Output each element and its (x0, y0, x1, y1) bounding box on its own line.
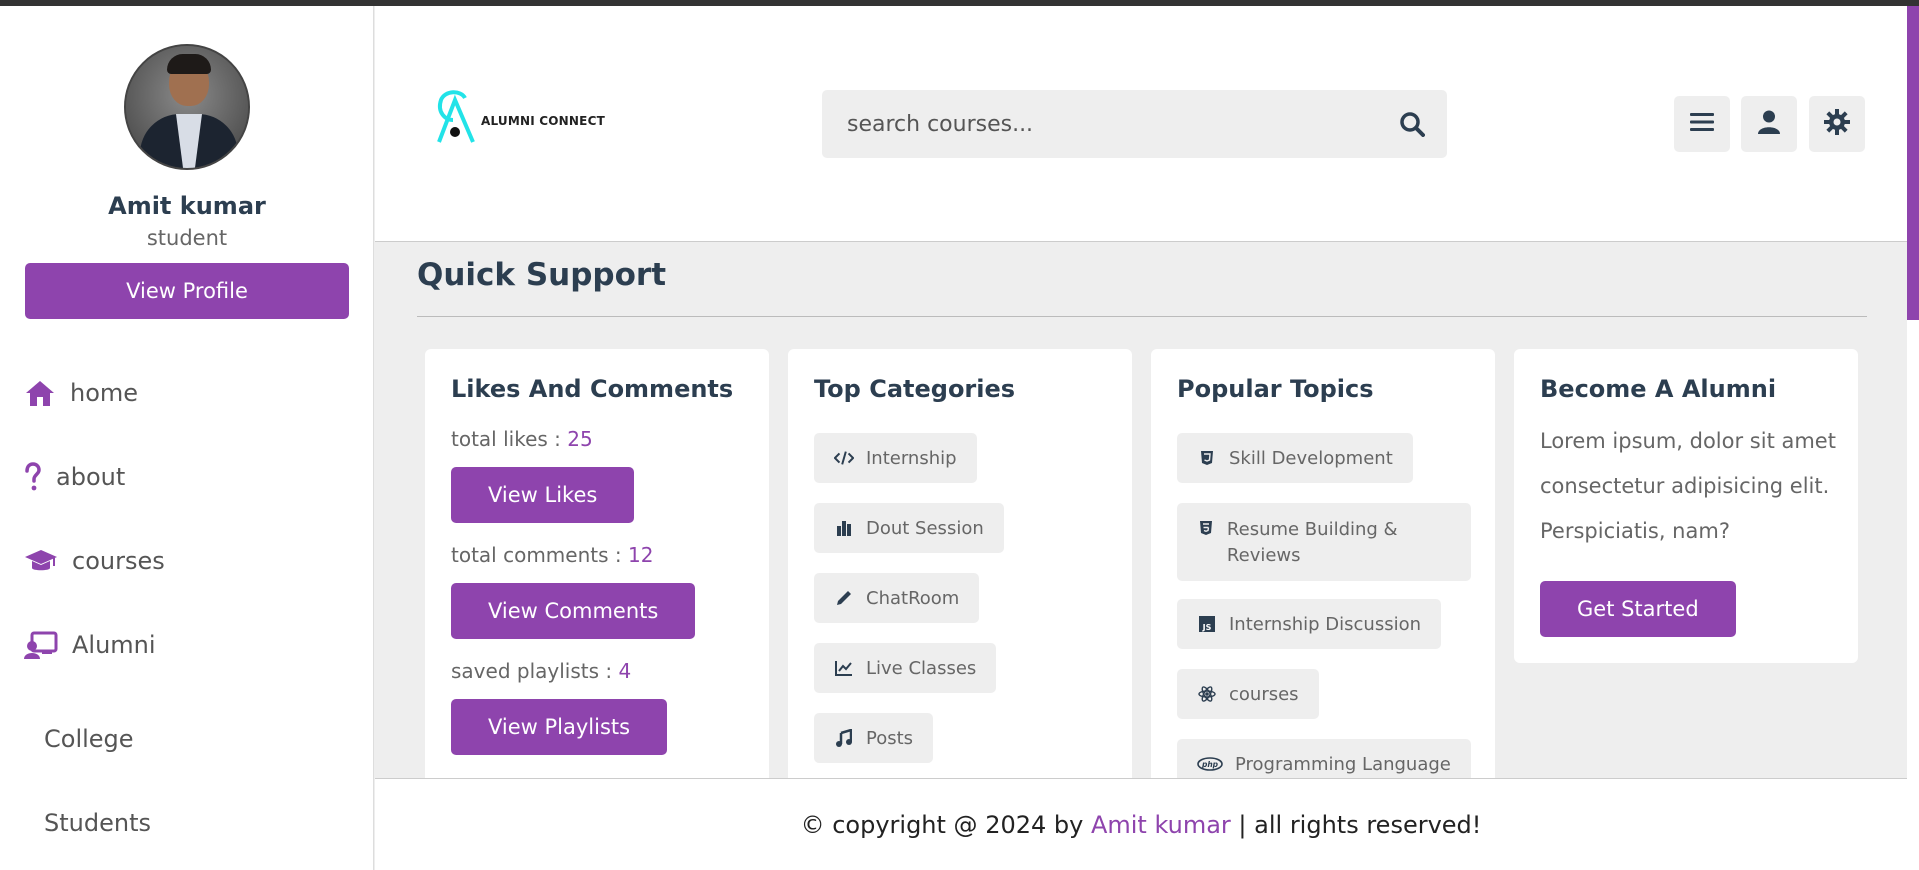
tag-label: Internship (866, 447, 957, 469)
sidebar-item-home[interactable]: home (24, 368, 138, 418)
sidebar-item-students[interactable]: Students (44, 803, 151, 843)
svg-text:php: php (1201, 760, 1219, 769)
card-title: Top Categories (814, 375, 1016, 403)
stat-value: 12 (627, 543, 654, 567)
settings-icon (1824, 109, 1850, 139)
profile-role: student (146, 226, 228, 250)
tag-label: Resume Building & Reviews (1226, 519, 1398, 566)
code-icon (834, 450, 854, 466)
header: ALUMNI CONNECT (375, 6, 1907, 242)
page-title: Quick Support (417, 257, 667, 293)
topic-skill-development[interactable]: Skill Development (1177, 433, 1413, 483)
logo-icon (437, 90, 475, 143)
main-content: Quick Support Likes And Comments total l… (375, 243, 1907, 778)
sidebar: Amit kumar student View Profile home abo… (0, 6, 374, 870)
search-input[interactable] (822, 90, 1377, 158)
logo[interactable]: ALUMNI CONNECT (435, 86, 615, 156)
settings-button[interactable] (1809, 96, 1865, 152)
sidebar-item-label: about (56, 463, 126, 491)
tag-label: Posts (866, 727, 914, 749)
svg-text:JS: JS (1202, 623, 1212, 632)
sidebar-item-alumni[interactable]: Alumni (24, 620, 156, 670)
popular-topics-card: Popular Topics Skill Development Resume … (1151, 349, 1495, 778)
view-likes-button[interactable]: View Likes (451, 467, 635, 523)
card-title: Likes And Comments (451, 375, 734, 403)
total-comments-stat: total comments : 12 (451, 543, 653, 567)
js-icon: JS (1197, 616, 1217, 632)
chalkboard-teacher-icon (24, 629, 58, 661)
logo-text: ALUMNI CONNECT (481, 114, 605, 128)
pen-icon (834, 589, 854, 607)
bar-chart-icon (834, 520, 854, 536)
top-border (0, 0, 1919, 6)
sidebar-item-label: home (70, 379, 139, 407)
footer: © copyright @ 2024 by Amit kumar | all r… (375, 778, 1907, 870)
category-chatroom[interactable]: ChatRoom (814, 573, 980, 623)
category-dout-session[interactable]: Dout Session (814, 503, 1004, 553)
divider (417, 316, 1867, 317)
view-profile-button[interactable]: View Profile (25, 263, 349, 319)
topic-resume-building[interactable]: Resume Building & Reviews (1177, 503, 1471, 581)
profile-name: Amit kumar (108, 192, 266, 220)
tag-label: Internship Discussion (1229, 613, 1421, 635)
scrollbar-thumb[interactable] (1907, 6, 1919, 320)
card-title: Popular Topics (1177, 375, 1374, 403)
css3-icon (1197, 520, 1215, 536)
user-icon (1758, 110, 1780, 138)
tag-label: Live Classes (866, 657, 977, 679)
view-playlists-button[interactable]: View Playlists (451, 699, 668, 755)
sidebar-item-about[interactable]: about (24, 452, 125, 502)
question-icon (24, 461, 42, 493)
stat-label: saved playlists : (451, 659, 619, 683)
category-posts[interactable]: Posts (814, 713, 934, 763)
search-icon[interactable] (1377, 90, 1447, 158)
html5-icon (1197, 450, 1217, 466)
footer-suffix: | all rights reserved! (1230, 810, 1482, 839)
tag-label: Skill Development (1229, 447, 1393, 469)
react-icon (1197, 685, 1217, 703)
avatar (124, 44, 250, 170)
php-icon: php (1197, 757, 1223, 771)
total-likes-stat: total likes : 25 (451, 427, 593, 451)
likes-comments-card: Likes And Comments total likes : 25 View… (425, 349, 769, 778)
menu-icon (1690, 112, 1714, 136)
get-started-button[interactable]: Get Started (1540, 581, 1736, 637)
saved-playlists-stat: saved playlists : 4 (451, 659, 631, 683)
home-icon (24, 377, 56, 409)
footer-prefix: © copyright @ 2024 by (800, 810, 1091, 839)
graduation-cap-icon (24, 545, 58, 577)
alumni-description: Lorem ipsum, dolor sit amet consectetur … (1540, 429, 1836, 543)
stat-label: total comments : (451, 543, 628, 567)
sidebar-item-college[interactable]: College (44, 719, 134, 759)
tag-label: ChatRoom (866, 587, 960, 609)
tag-label: Programming Language (1235, 753, 1451, 775)
view-comments-button[interactable]: View Comments (451, 583, 696, 639)
tag-label: courses (1229, 683, 1299, 705)
top-categories-card: Top Categories Internship Dout Session C… (788, 349, 1132, 778)
footer-author-link[interactable]: Amit kumar (1091, 811, 1231, 839)
tag-label: Dout Session (866, 517, 984, 539)
topic-courses[interactable]: courses (1177, 669, 1319, 719)
stat-value: 25 (567, 427, 593, 451)
stat-label: total likes : (451, 427, 568, 451)
menu-button[interactable] (1674, 96, 1730, 152)
line-chart-icon (834, 660, 854, 676)
sidebar-item-label: courses (72, 547, 165, 575)
become-alumni-card: Become A Alumni Lorem ipsum, dolor sit a… (1514, 349, 1858, 663)
sidebar-item-label: Alumni (72, 631, 156, 659)
topic-internship-discussion[interactable]: JS Internship Discussion (1177, 599, 1441, 649)
card-title: Become A Alumni (1540, 375, 1777, 403)
topic-programming-language[interactable]: php Programming Language (1177, 739, 1471, 778)
category-internship[interactable]: Internship (814, 433, 977, 483)
sidebar-item-courses[interactable]: courses (24, 536, 165, 586)
search-box (822, 90, 1447, 158)
user-button[interactable] (1741, 96, 1797, 152)
category-live-classes[interactable]: Live Classes (814, 643, 997, 693)
stat-value: 4 (618, 659, 632, 683)
music-icon (834, 729, 854, 747)
